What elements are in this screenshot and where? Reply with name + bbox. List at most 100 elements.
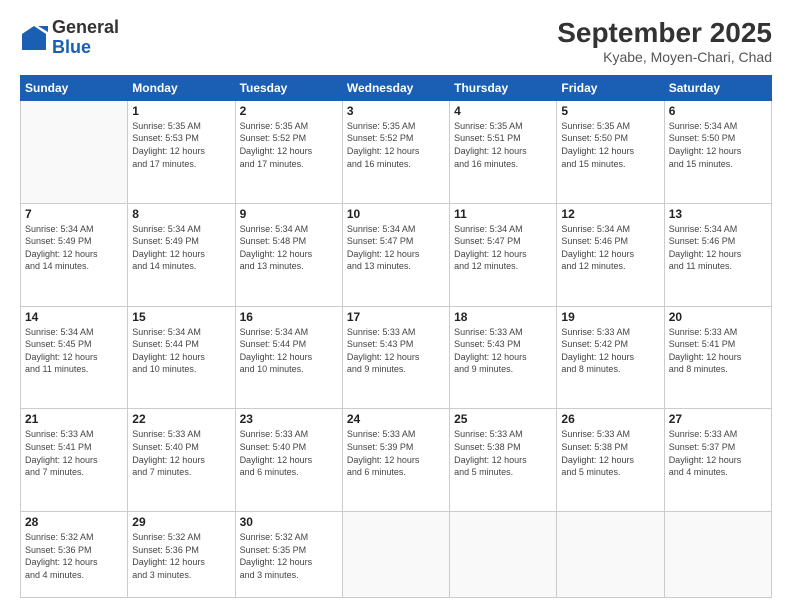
day-info: Sunrise: 5:32 AM Sunset: 5:35 PM Dayligh… <box>240 531 338 581</box>
day-number: 25 <box>454 412 552 426</box>
table-row: 16Sunrise: 5:34 AM Sunset: 5:44 PM Dayli… <box>235 306 342 409</box>
table-row: 30Sunrise: 5:32 AM Sunset: 5:35 PM Dayli… <box>235 512 342 598</box>
table-row: 21 Sunrise: 5:33 AM Sunset: 5:41 PM Dayli… <box>21 409 128 512</box>
day-info: Sunrise: 5:34 AM Sunset: 5:44 PM Dayligh… <box>132 326 230 376</box>
day-number: 6 <box>669 104 767 118</box>
day-info: Sunrise: 5:33 AM Sunset: 5:40 PM Dayligh… <box>240 428 338 478</box>
table-row: 14 Sunrise: 5:34 AM Sunset: 5:45 PM Dayli… <box>21 306 128 409</box>
table-row: 10Sunrise: 5:34 AM Sunset: 5:47 PM Dayli… <box>342 203 449 306</box>
table-row: 8Sunrise: 5:34 AM Sunset: 5:49 PM Daylig… <box>128 203 235 306</box>
col-friday: Friday <box>557 75 664 100</box>
day-number: 27 <box>669 412 767 426</box>
table-row: 4 Sunrise: 5:35 AM Sunset: 5:51 PM Daylig… <box>450 100 557 203</box>
logo: General Blue <box>20 18 119 58</box>
day-info: Sunrise: 5:34 AM Sunset: 5:47 PM Dayligh… <box>454 223 552 273</box>
day-number: 23 <box>240 412 338 426</box>
day-number: 21 <box>25 412 123 426</box>
day-info: Sunrise: 5:33 AM Sunset: 5:40 PM Dayligh… <box>132 428 230 478</box>
logo-general: General <box>52 17 119 37</box>
day-info: Sunrise: 5:34 AM Sunset: 5:46 PM Dayligh… <box>669 223 767 273</box>
day-info: Sunrise: 5:32 AM Sunset: 5:36 PM Dayligh… <box>132 531 230 581</box>
table-row: 3 Sunrise: 5:35 AM Sunset: 5:52 PM Daylig… <box>342 100 449 203</box>
table-row: 18 Sunrise: 5:33 AM Sunset: 5:43 PM Dayli… <box>450 306 557 409</box>
day-number: 11 <box>454 207 552 221</box>
table-row: 2Sunrise: 5:35 AM Sunset: 5:52 PM Daylig… <box>235 100 342 203</box>
day-info: Sunrise: 5:33 AM Sunset: 5:39 PM Dayligh… <box>347 428 445 478</box>
table-row <box>557 512 664 598</box>
table-row: 24 Sunrise: 5:33 AM Sunset: 5:39 PM Dayli… <box>342 409 449 512</box>
col-sunday: Sunday <box>21 75 128 100</box>
day-info: Sunrise: 5:34 AM Sunset: 5:49 PM Dayligh… <box>25 223 123 273</box>
day-info: Sunrise: 5:35 AM Sunset: 5:53 PM Dayligh… <box>132 120 230 170</box>
day-number: 29 <box>132 515 230 529</box>
table-row: 19 Sunrise: 5:33 AM Sunset: 5:42 PM Dayli… <box>557 306 664 409</box>
table-row: 7 Sunrise: 5:34 AM Sunset: 5:49 PM Daylig… <box>21 203 128 306</box>
day-number: 28 <box>25 515 123 529</box>
calendar-table: Sunday Monday Tuesday Wednesday Thursday… <box>20 75 772 598</box>
day-info: Sunrise: 5:34 AM Sunset: 5:47 PM Dayligh… <box>347 223 445 273</box>
day-number: 16 <box>240 310 338 324</box>
day-number: 19 <box>561 310 659 324</box>
day-info: Sunrise: 5:33 AM Sunset: 5:43 PM Dayligh… <box>347 326 445 376</box>
calendar-title: September 2025 <box>557 18 772 49</box>
day-number: 18 <box>454 310 552 324</box>
page: General Blue September 2025 Kyabe, Moyen… <box>0 0 792 612</box>
day-number: 3 <box>347 104 445 118</box>
day-info: Sunrise: 5:34 AM Sunset: 5:46 PM Dayligh… <box>561 223 659 273</box>
day-info: Sunrise: 5:35 AM Sunset: 5:51 PM Dayligh… <box>454 120 552 170</box>
table-row: 26Sunrise: 5:33 AM Sunset: 5:38 PM Dayli… <box>557 409 664 512</box>
day-number: 14 <box>25 310 123 324</box>
col-tuesday: Tuesday <box>235 75 342 100</box>
day-number: 26 <box>561 412 659 426</box>
table-row: 23 Sunrise: 5:33 AM Sunset: 5:40 PM Dayli… <box>235 409 342 512</box>
day-number: 12 <box>561 207 659 221</box>
title-block: September 2025 Kyabe, Moyen-Chari, Chad <box>557 18 772 65</box>
day-number: 4 <box>454 104 552 118</box>
day-info: Sunrise: 5:33 AM Sunset: 5:43 PM Dayligh… <box>454 326 552 376</box>
table-row: 28 Sunrise: 5:32 AM Sunset: 5:36 PM Dayli… <box>21 512 128 598</box>
day-number: 1 <box>132 104 230 118</box>
table-row: 17 Sunrise: 5:33 AM Sunset: 5:43 PM Dayli… <box>342 306 449 409</box>
day-info: Sunrise: 5:32 AM Sunset: 5:36 PM Dayligh… <box>25 531 123 581</box>
day-info: Sunrise: 5:34 AM Sunset: 5:48 PM Dayligh… <box>240 223 338 273</box>
col-wednesday: Wednesday <box>342 75 449 100</box>
day-number: 7 <box>25 207 123 221</box>
day-number: 22 <box>132 412 230 426</box>
table-row: 6 Sunrise: 5:34 AM Sunset: 5:50 PM Daylig… <box>664 100 771 203</box>
day-info: Sunrise: 5:35 AM Sunset: 5:52 PM Dayligh… <box>347 120 445 170</box>
table-row: 20Sunrise: 5:33 AM Sunset: 5:41 PM Dayli… <box>664 306 771 409</box>
table-row: 29 Sunrise: 5:32 AM Sunset: 5:36 PM Dayli… <box>128 512 235 598</box>
day-info: Sunrise: 5:34 AM Sunset: 5:45 PM Dayligh… <box>25 326 123 376</box>
table-row: 12 Sunrise: 5:34 AM Sunset: 5:46 PM Dayli… <box>557 203 664 306</box>
day-info: Sunrise: 5:33 AM Sunset: 5:38 PM Dayligh… <box>454 428 552 478</box>
day-info: Sunrise: 5:33 AM Sunset: 5:41 PM Dayligh… <box>25 428 123 478</box>
day-info: Sunrise: 5:34 AM Sunset: 5:50 PM Dayligh… <box>669 120 767 170</box>
logo-text: General Blue <box>52 18 119 58</box>
day-info: Sunrise: 5:33 AM Sunset: 5:41 PM Dayligh… <box>669 326 767 376</box>
logo-blue: Blue <box>52 37 91 57</box>
table-row: 25 Sunrise: 5:33 AM Sunset: 5:38 PM Dayli… <box>450 409 557 512</box>
day-info: Sunrise: 5:33 AM Sunset: 5:42 PM Dayligh… <box>561 326 659 376</box>
day-number: 17 <box>347 310 445 324</box>
table-row: 27 Sunrise: 5:33 AM Sunset: 5:37 PM Dayli… <box>664 409 771 512</box>
day-number: 15 <box>132 310 230 324</box>
table-row: 13 Sunrise: 5:34 AM Sunset: 5:46 PM Dayli… <box>664 203 771 306</box>
table-row <box>21 100 128 203</box>
table-row: 9 Sunrise: 5:34 AM Sunset: 5:48 PM Daylig… <box>235 203 342 306</box>
table-row <box>664 512 771 598</box>
day-info: Sunrise: 5:34 AM Sunset: 5:49 PM Dayligh… <box>132 223 230 273</box>
day-number: 9 <box>240 207 338 221</box>
day-info: Sunrise: 5:33 AM Sunset: 5:37 PM Dayligh… <box>669 428 767 478</box>
logo-icon <box>20 24 48 52</box>
day-number: 24 <box>347 412 445 426</box>
calendar-subtitle: Kyabe, Moyen-Chari, Chad <box>557 49 772 65</box>
col-thursday: Thursday <box>450 75 557 100</box>
table-row: 22 Sunrise: 5:33 AM Sunset: 5:40 PM Dayli… <box>128 409 235 512</box>
table-row: 15 Sunrise: 5:34 AM Sunset: 5:44 PM Dayli… <box>128 306 235 409</box>
table-row: 1 Sunrise: 5:35 AM Sunset: 5:53 PM Daylig… <box>128 100 235 203</box>
day-number: 13 <box>669 207 767 221</box>
day-number: 5 <box>561 104 659 118</box>
table-row: 11 Sunrise: 5:34 AM Sunset: 5:47 PM Dayli… <box>450 203 557 306</box>
day-info: Sunrise: 5:35 AM Sunset: 5:50 PM Dayligh… <box>561 120 659 170</box>
day-number: 2 <box>240 104 338 118</box>
